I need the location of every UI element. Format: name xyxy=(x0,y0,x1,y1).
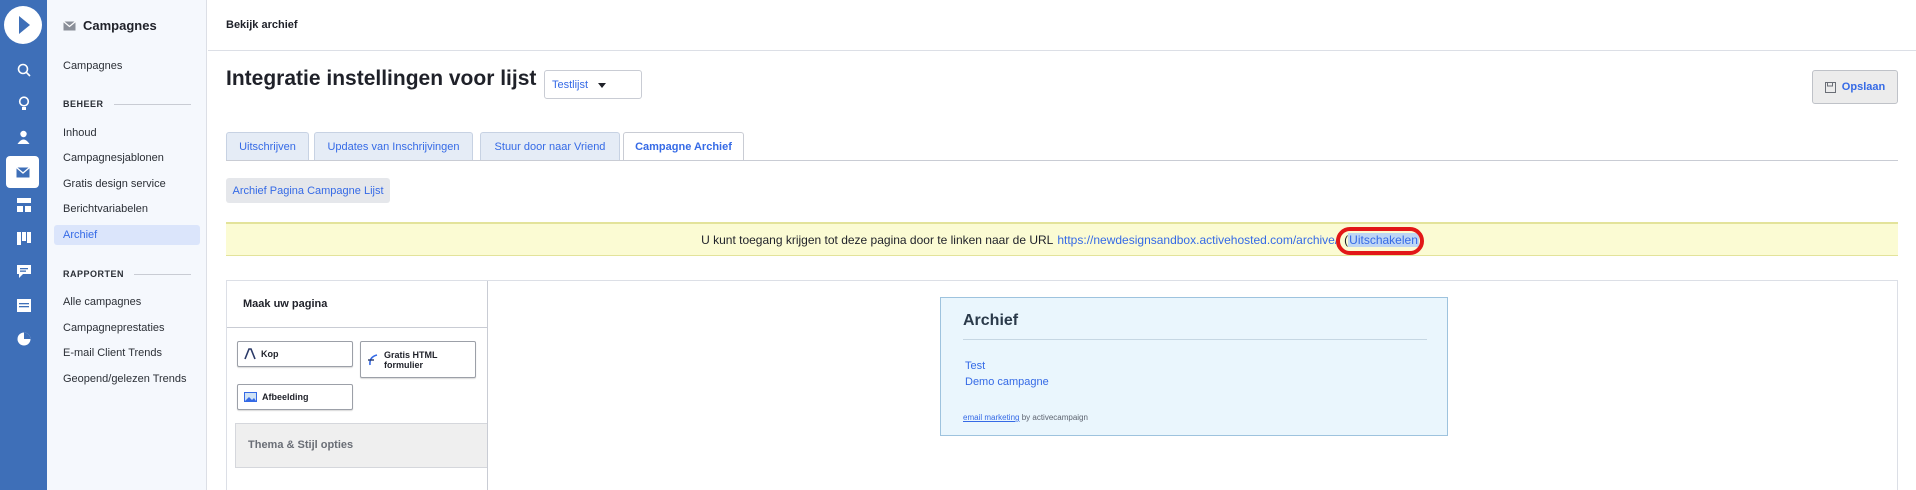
sidebar-item-design-service[interactable]: Gratis design service xyxy=(63,178,166,190)
page-title: Integratie instellingen voor lijst xyxy=(226,67,537,90)
deals-icon[interactable] xyxy=(0,222,47,254)
block-heading[interactable]: Kop xyxy=(237,341,353,367)
tab-uitschrijven[interactable]: Uitschrijven xyxy=(226,132,309,160)
save-button[interactable]: Opslaan xyxy=(1812,70,1898,104)
sidebar-title: Campagnes xyxy=(63,18,157,33)
archive-item-link[interactable]: Test xyxy=(965,360,985,372)
subtab-archive-list[interactable]: Archief Pagina Campagne Lijst xyxy=(226,178,390,203)
archive-preview-divider xyxy=(963,339,1427,340)
tab-stuur-door[interactable]: Stuur door naar Vriend xyxy=(480,132,620,160)
archive-footer: email marketing by activecampaign xyxy=(963,413,1088,422)
automations-icon[interactable] xyxy=(0,189,47,221)
sidebar-item-berichtvariabelen[interactable]: Berichtvariabelen xyxy=(63,203,148,215)
lightbulb-icon[interactable] xyxy=(0,87,47,119)
email-marketing-link[interactable]: email marketing xyxy=(963,413,1019,422)
top-bar: Bekijk archief xyxy=(208,0,1916,51)
builder-panel-divider xyxy=(487,328,488,490)
heading-icon xyxy=(244,348,256,360)
form-icon xyxy=(368,353,378,365)
block-html-form-line1: Gratis HTML xyxy=(384,349,438,360)
conversations-icon[interactable] xyxy=(0,255,47,287)
sidebar-section-manage: BEHEER xyxy=(63,99,191,109)
sidebar-item-campagneprestaties[interactable]: Campagneprestaties xyxy=(63,322,165,334)
builder-panel-title: Maak uw pagina xyxy=(227,281,488,328)
list-select-value: Testlijst xyxy=(552,79,589,91)
disable-wrap: (Uitschakelen) xyxy=(1336,226,1425,255)
sidebar-item-email-client-trends[interactable]: E-mail Client Trends xyxy=(63,347,162,359)
list-select[interactable]: Testlijst xyxy=(544,70,642,99)
activecampaign-logo-icon[interactable] xyxy=(4,6,42,44)
highlight-ring xyxy=(1336,226,1425,255)
sidebar-item-campagnesjablonen[interactable]: Campagnesjablonen xyxy=(63,152,164,164)
sidebar-item-archief[interactable]: Archief xyxy=(63,229,97,241)
theme-style-options[interactable]: Thema & Stijl opties xyxy=(235,423,488,468)
sidebar: Campagnes Campagnes BEHEER Inhoud Campag… xyxy=(47,0,207,490)
archive-url-link[interactable]: https://newdesignsandbox.activehosted.co… xyxy=(1057,233,1338,247)
tab-campagne-archief[interactable]: Campagne Archief xyxy=(623,132,744,161)
archive-preview: Archief Test Demo campagne email marketi… xyxy=(940,297,1448,436)
archive-item-link[interactable]: Demo campagne xyxy=(965,376,1049,388)
chevron-down-icon xyxy=(598,83,606,88)
search-icon[interactable] xyxy=(0,54,47,86)
icon-rail xyxy=(0,0,47,490)
block-image[interactable]: Afbeelding xyxy=(237,384,353,410)
notice-text: U kunt toegang krijgen tot deze pagina d… xyxy=(701,232,1054,247)
tab-updates-inschrijvingen[interactable]: Updates van Inschrijvingen xyxy=(314,132,473,160)
archive-url-notice: U kunt toegang krijgen tot deze pagina d… xyxy=(226,222,1898,256)
envelope-icon xyxy=(63,20,76,30)
block-html-form[interactable]: Gratis HTML formulier xyxy=(360,341,476,378)
archive-preview-title: Archief xyxy=(963,312,1019,329)
sidebar-item-campagnes[interactable]: Campagnes xyxy=(63,60,122,72)
tabs-divider xyxy=(226,160,1898,161)
sidebar-item-geopend-trends[interactable]: Geopend/gelezen Trends xyxy=(63,373,187,385)
sidebar-item-alle-campagnes[interactable]: Alle campagnes xyxy=(63,296,141,308)
block-html-form-line2: formulier xyxy=(384,359,424,370)
footer-credit: by activecampaign xyxy=(1019,413,1088,422)
campaigns-icon[interactable] xyxy=(6,156,39,188)
image-icon xyxy=(244,392,257,402)
sidebar-section-reports: RAPPORTEN xyxy=(63,269,191,279)
save-icon xyxy=(1824,81,1836,93)
contacts-icon[interactable] xyxy=(0,121,47,153)
breadcrumb: Bekijk archief xyxy=(226,19,298,31)
site-icon[interactable] xyxy=(0,289,47,321)
sidebar-item-inhoud[interactable]: Inhoud xyxy=(63,127,97,139)
builder-tools: Maak uw pagina Kop Gratis HTML formulier … xyxy=(227,281,488,490)
reports-icon[interactable] xyxy=(0,323,47,355)
